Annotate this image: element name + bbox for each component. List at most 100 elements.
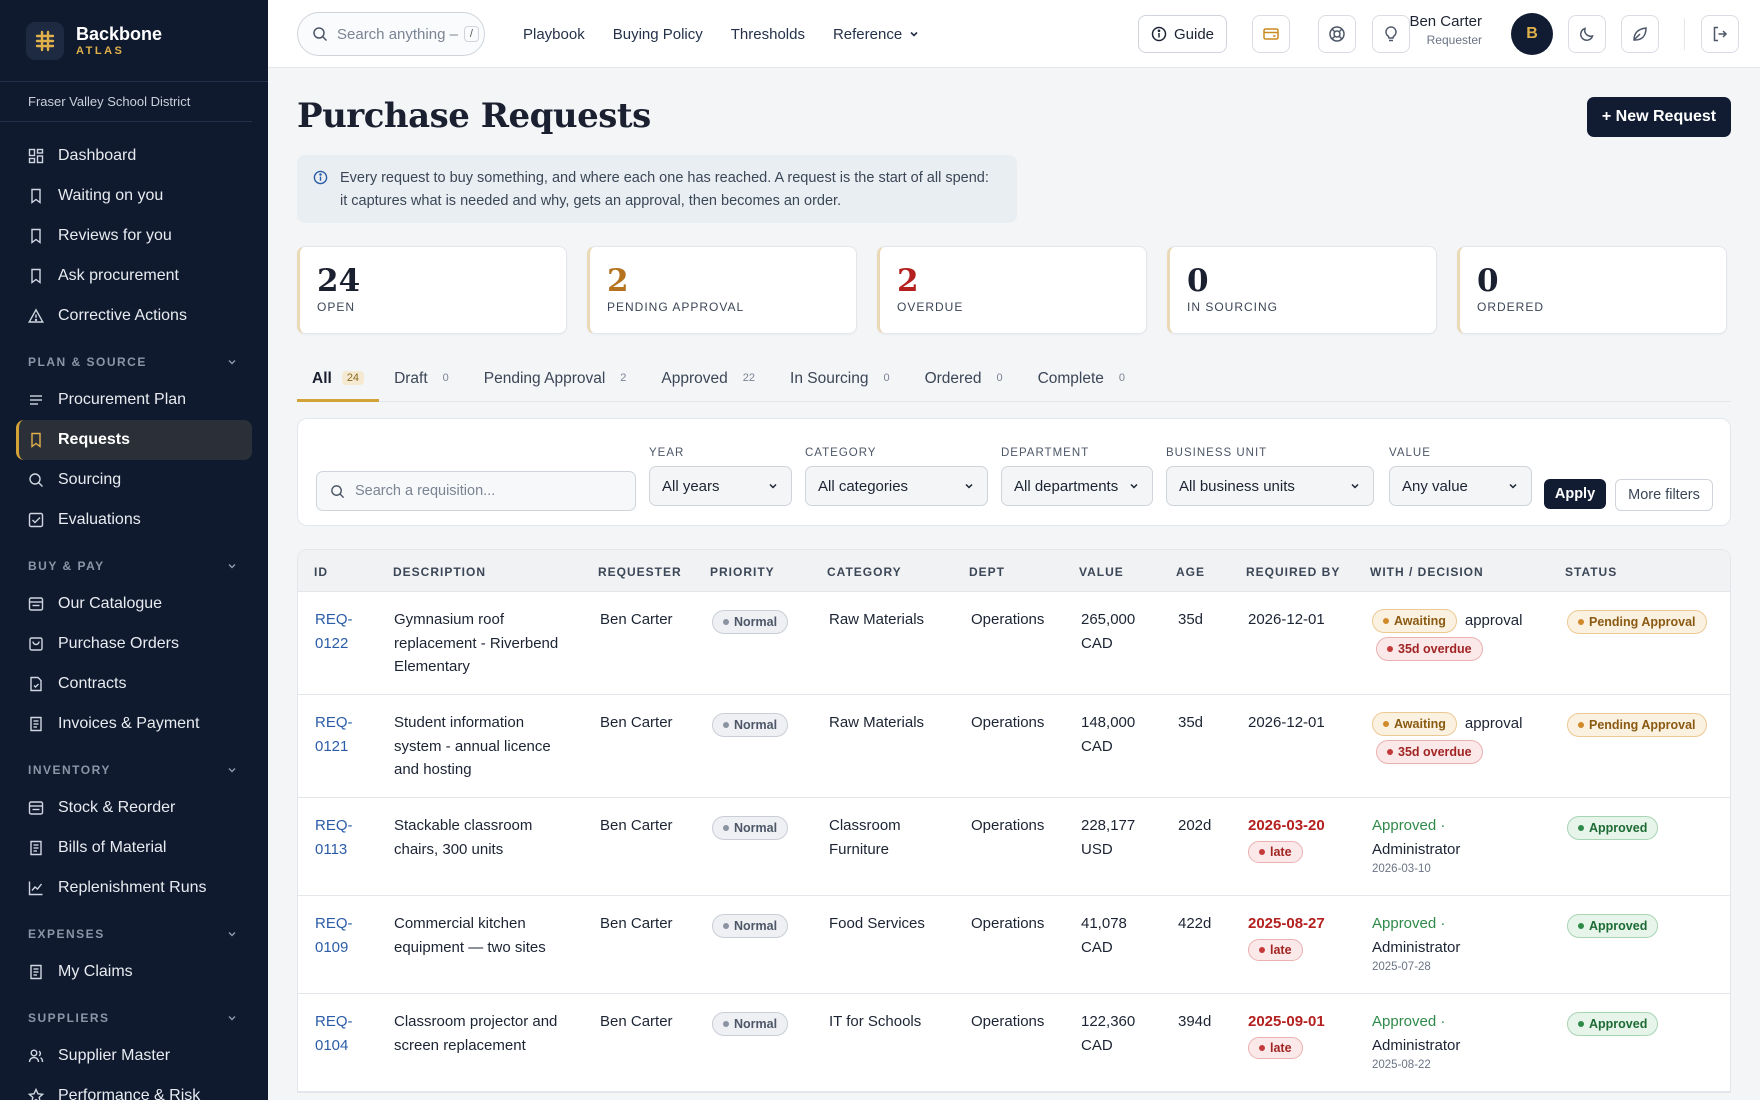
requisition-search-input[interactable]: Search a requisition... (316, 471, 636, 511)
col-description[interactable]: DESCRIPTION (393, 565, 486, 579)
guide-button[interactable]: Guide (1138, 15, 1227, 53)
category-select[interactable]: All categories (805, 466, 988, 506)
value-currency: CAD (1081, 634, 1113, 652)
year-select[interactable]: All years (649, 466, 792, 506)
id-part: REQ- (315, 915, 353, 932)
col-id[interactable]: ID (314, 565, 328, 579)
table-row[interactable]: REQ- 0104 Classroom projector and screen re… (298, 994, 1730, 1092)
awaiting-text: approval (1464, 715, 1523, 733)
link-buying-policy[interactable]: Buying Policy (613, 26, 703, 43)
wallet-button[interactable] (1252, 15, 1290, 53)
global-search[interactable]: Search anything – / (297, 12, 485, 56)
help-button[interactable] (1318, 15, 1356, 53)
dot-icon (723, 923, 729, 929)
section-suppliers[interactable]: SUPPLIERS (28, 1000, 252, 1036)
late-label: late (1270, 1040, 1292, 1055)
nav-corrective[interactable]: Corrective Actions (16, 296, 252, 336)
brand[interactable]: Backbone ATLAS (0, 0, 268, 82)
user-info[interactable]: Ben Carter Requester (1392, 13, 1482, 47)
request-id-link[interactable]: REQ- 0121 (315, 711, 353, 758)
section-plan[interactable]: PLAN & SOURCE (28, 344, 252, 380)
nav-replenishment[interactable]: Replenishment Runs (16, 868, 252, 908)
description-line: Stackable classroom (394, 817, 533, 834)
nav-claims[interactable]: My Claims (16, 952, 252, 992)
col-requester[interactable]: REQUESTER (598, 565, 682, 579)
link-reference[interactable]: Reference (833, 26, 920, 43)
dot-icon (1578, 825, 1584, 831)
col-required-by[interactable]: REQUIRED BY (1246, 565, 1340, 579)
nav-waiting[interactable]: Waiting on you (16, 176, 252, 216)
col-value[interactable]: VALUE (1079, 565, 1124, 579)
value-select[interactable]: Any value (1389, 466, 1532, 506)
nav-bom[interactable]: Bills of Material (16, 828, 252, 868)
avatar[interactable]: B (1511, 13, 1553, 55)
nav-reviews[interactable]: Reviews for you (16, 216, 252, 256)
link-playbook[interactable]: Playbook (523, 26, 585, 43)
nav-supplier-master[interactable]: Supplier Master (16, 1036, 252, 1076)
tab-pending-approval[interactable]: Pending Approval 2 (469, 364, 647, 402)
table-row[interactable]: REQ- 0109 Commercial kitchen equipment — tw… (298, 896, 1730, 994)
section-inventory[interactable]: INVENTORY (28, 752, 252, 788)
nav-invoices[interactable]: Invoices & Payment (16, 704, 252, 744)
department-select[interactable]: All departments (1001, 466, 1153, 506)
stat-pending[interactable]: 2 PENDING APPROVAL (587, 246, 857, 334)
nav-catalogue[interactable]: Our Catalogue (16, 584, 252, 624)
nav-requests[interactable]: Requests (16, 420, 252, 460)
request-id-link[interactable]: REQ- 0113 (315, 814, 353, 861)
request-id-link[interactable]: REQ- 0122 (315, 608, 353, 655)
new-request-button[interactable]: + New Request (1587, 97, 1731, 137)
stat-sourcing[interactable]: 0 IN SOURCING (1167, 246, 1437, 334)
theme-toggle-button[interactable] (1568, 15, 1606, 53)
tab-label: Approved (661, 370, 728, 387)
tab-complete[interactable]: Complete 0 (1023, 364, 1145, 402)
col-priority[interactable]: PRIORITY (710, 565, 775, 579)
dot-icon (1578, 722, 1584, 728)
section-expenses[interactable]: EXPENSES (28, 916, 252, 952)
nav-procurement-plan[interactable]: Procurement Plan (16, 380, 252, 420)
table-row[interactable]: REQ- 0122 Gymnasium roof replacement - Rive… (298, 592, 1730, 695)
logout-button[interactable] (1701, 15, 1739, 53)
priority-label: Normal (734, 821, 778, 835)
table-row[interactable]: REQ- 0113 Stackable classroom chairs, 300 u… (298, 798, 1730, 896)
link-thresholds[interactable]: Thresholds (731, 26, 805, 43)
tab-draft[interactable]: Draft 0 (379, 364, 469, 402)
section-title: INVENTORY (28, 763, 111, 777)
table-row[interactable]: REQ- 0121 Student information system - annu… (298, 695, 1730, 798)
stat-overdue[interactable]: 2 OVERDUE (877, 246, 1147, 334)
col-category[interactable]: CATEGORY (827, 565, 902, 579)
nav-performance[interactable]: Performance & Risk (16, 1076, 252, 1100)
nav-sourcing[interactable]: Sourcing (16, 460, 252, 500)
dot-icon (1578, 619, 1584, 625)
tab-in-sourcing[interactable]: In Sourcing 0 (775, 364, 910, 402)
age: 35d (1178, 714, 1204, 731)
nav-dashboard[interactable]: Dashboard (16, 136, 252, 176)
stat-ordered[interactable]: 0 ORDERED (1457, 246, 1727, 334)
logout-icon (1713, 26, 1728, 42)
document-icon (30, 676, 42, 692)
nav-ask[interactable]: Ask procurement (16, 256, 252, 296)
tab-all[interactable]: All 24 (297, 364, 380, 402)
stat-open[interactable]: 24 OPEN (297, 246, 567, 334)
more-filters-button[interactable]: More filters (1615, 479, 1713, 511)
tab-approved[interactable]: Approved 22 (646, 364, 775, 402)
user-name: Ben Carter (1409, 13, 1482, 30)
nav-purchase-orders[interactable]: Purchase Orders (16, 624, 252, 664)
late-badge: late (1248, 1036, 1303, 1059)
tab-ordered[interactable]: Ordered 0 (910, 364, 1023, 402)
filter-label: VALUE (1389, 447, 1431, 459)
nav-stock[interactable]: Stock & Reorder (16, 788, 252, 828)
section-buy[interactable]: BUY & PAY (28, 548, 252, 584)
col-dept[interactable]: DEPT (969, 565, 1005, 579)
col-age[interactable]: AGE (1176, 565, 1205, 579)
feedback-button[interactable] (1621, 15, 1659, 53)
nav-evaluations[interactable]: Evaluations (16, 500, 252, 540)
category-line: Raw Materials (829, 611, 925, 628)
description-line: replacement - Riverbend (394, 634, 559, 652)
col-decision[interactable]: WITH / DECISION (1370, 565, 1484, 579)
col-status[interactable]: STATUS (1565, 565, 1617, 579)
request-id-link[interactable]: REQ- 0104 (315, 1010, 353, 1057)
nav-contracts[interactable]: Contracts (16, 664, 252, 704)
apply-button[interactable]: Apply (1544, 479, 1606, 509)
business-unit-select[interactable]: All business units (1166, 466, 1374, 506)
request-id-link[interactable]: REQ- 0109 (315, 912, 353, 959)
